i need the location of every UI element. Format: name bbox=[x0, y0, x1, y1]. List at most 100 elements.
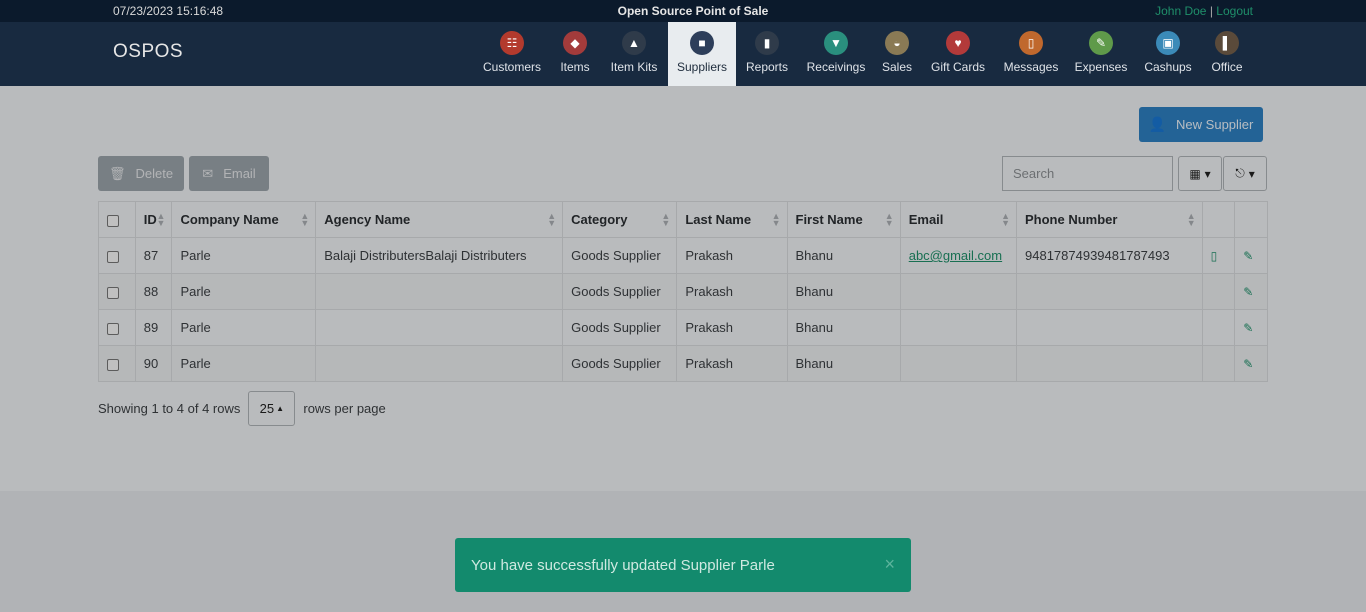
nav-item-gift-cards[interactable]: ♥ Gift Cards bbox=[925, 22, 991, 86]
sort-icon: ▲ ▼ bbox=[547, 211, 557, 228]
main-navbar: OSPOS ☷ Customers ◆ Items ▲ Item Kits ■ Supplie… bbox=[0, 22, 1366, 86]
cell-first: Bhanu bbox=[786, 237, 901, 274]
nav-item-office[interactable]: ▌ Office bbox=[1201, 22, 1253, 86]
nav-label: Cashups bbox=[1144, 60, 1192, 74]
column-header-id[interactable]: ID ▲ ▼ bbox=[134, 201, 173, 238]
cell-text: 87 bbox=[143, 248, 159, 263]
delete-label: Delete bbox=[135, 166, 174, 181]
cell-id: 89 bbox=[134, 309, 173, 346]
row-checkbox[interactable] bbox=[107, 358, 119, 371]
nav-label: Reports bbox=[745, 60, 789, 74]
column-header-category[interactable]: Category ▲ ▼ bbox=[562, 201, 678, 238]
page-size-value: 25 bbox=[259, 401, 275, 416]
cell-id: 87 bbox=[134, 237, 173, 274]
row-checkbox[interactable] bbox=[107, 286, 119, 299]
column-header-label: Phone Number bbox=[1025, 212, 1118, 227]
nav-item-item-kits[interactable]: ▲ Item Kits bbox=[605, 22, 663, 86]
cell-text: Goods Supplier bbox=[571, 248, 661, 263]
nav-item-messages[interactable]: ▯ Messages bbox=[999, 22, 1063, 86]
nav-item-expenses[interactable]: ✎ Expenses bbox=[1070, 22, 1132, 86]
cell-agency: Balaji DistributersBalaji Distributers bbox=[315, 237, 564, 274]
customers-icon: ☷ bbox=[500, 31, 524, 55]
search-input[interactable] bbox=[1002, 156, 1173, 191]
column-header-agency-name[interactable]: Agency Name ▲ ▼ bbox=[315, 201, 564, 238]
cell-phone bbox=[1016, 309, 1203, 346]
column-header-first-name[interactable]: First Name ▲ ▼ bbox=[786, 201, 901, 238]
edit-icon[interactable]: ✎ bbox=[1243, 285, 1253, 299]
nav-item-customers[interactable]: ☷ Customers bbox=[478, 22, 546, 86]
select-all-header[interactable] bbox=[98, 201, 136, 238]
nav-item-receivings[interactable]: ▼ Receivings bbox=[803, 22, 869, 86]
nav-label: Items bbox=[560, 60, 590, 74]
columns-toggle-button[interactable]: ▦ ▾ bbox=[1178, 156, 1222, 191]
delete-button[interactable]: 🗑 Delete bbox=[98, 156, 184, 191]
cell-email: abc@gmail.com bbox=[899, 237, 1018, 274]
column-header-label: Category bbox=[571, 212, 628, 227]
column-header-last-name[interactable]: Last Name ▲ ▼ bbox=[676, 201, 788, 238]
cell-text: Bhanu bbox=[795, 356, 834, 371]
briefcase-icon: ■ bbox=[690, 31, 714, 55]
edit-action-cell: ✎ bbox=[1234, 309, 1268, 346]
user-name-link[interactable]: John Doe bbox=[1155, 4, 1206, 18]
logout-link[interactable]: Logout bbox=[1216, 4, 1253, 18]
select-all-checkbox[interactable] bbox=[107, 214, 119, 227]
table-row[interactable]: 90 Parle Goods Supplier Prakash Bhanu ✎ bbox=[98, 345, 1268, 382]
nav-item-reports[interactable]: ▮ Reports bbox=[740, 22, 794, 86]
cell-text: Goods Supplier bbox=[571, 320, 661, 335]
edit-action-header bbox=[1234, 201, 1268, 238]
table-row[interactable]: 87 Parle Balaji DistributersBalaji Distrib… bbox=[98, 237, 1268, 274]
page-size-select[interactable]: 25 ▲ bbox=[248, 391, 296, 426]
phone-action-cell bbox=[1201, 273, 1236, 310]
user-separator: | bbox=[1209, 4, 1213, 18]
heart-icon: ♥ bbox=[946, 31, 970, 55]
bar-chart-icon: ▮ bbox=[755, 31, 779, 55]
tag-icon: ◆ bbox=[563, 31, 587, 55]
cell-company: Parle bbox=[171, 273, 317, 310]
nav-item-suppliers[interactable]: ■ Suppliers bbox=[668, 22, 736, 86]
column-header-email[interactable]: Email ▲ ▼ bbox=[899, 201, 1018, 238]
nav-label: Gift Cards bbox=[930, 60, 985, 74]
column-header-company-name[interactable]: Company Name ▲ ▼ bbox=[171, 201, 317, 238]
column-header-phone-number[interactable]: Phone Number ▲ ▼ bbox=[1016, 201, 1203, 238]
cell-text: Balaji DistributersBalaji Distributers bbox=[324, 248, 527, 263]
email-button[interactable]: ✉ Email bbox=[189, 156, 269, 191]
cell-text: Parle bbox=[180, 284, 211, 299]
truck-icon: ▼ bbox=[824, 31, 848, 55]
cell-text: 94817874939481787493 bbox=[1025, 248, 1170, 263]
new-supplier-label: New Supplier bbox=[1176, 117, 1254, 132]
row-checkbox[interactable] bbox=[107, 250, 119, 263]
cashups-icon: ▣ bbox=[1156, 31, 1180, 55]
row-checkbox[interactable] bbox=[107, 322, 119, 335]
cell-category: Goods Supplier bbox=[562, 309, 678, 346]
cell-id: 88 bbox=[134, 273, 173, 310]
brand-logo[interactable]: OSPOS bbox=[113, 41, 183, 63]
export-button[interactable]: ⎋ ▾ bbox=[1223, 156, 1267, 191]
sort-icon: ▲ ▼ bbox=[1186, 211, 1196, 228]
cell-text: Goods Supplier bbox=[571, 356, 661, 371]
top-bar: 07/23/2023 15:16:48 Open Source Point of… bbox=[0, 0, 1366, 22]
mobile-phone-icon[interactable]: ▯ bbox=[1211, 249, 1218, 263]
phone-action-cell bbox=[1201, 309, 1236, 346]
pagination-suffix: rows per page bbox=[303, 401, 386, 416]
email-link[interactable]: abc@gmail.com bbox=[909, 248, 1002, 263]
cell-text: Prakash bbox=[685, 320, 734, 335]
table-row[interactable]: 89 Parle Goods Supplier Prakash Bhanu ✎ bbox=[98, 309, 1268, 346]
nav-item-items[interactable]: ◆ Items bbox=[555, 22, 595, 86]
cell-text: 90 bbox=[143, 356, 159, 371]
nav-label: Office bbox=[1211, 60, 1243, 74]
cell-text: Bhanu bbox=[795, 284, 834, 299]
cell-text: Bhanu bbox=[795, 248, 834, 263]
edit-icon[interactable]: ✎ bbox=[1243, 249, 1253, 263]
edit-icon[interactable]: ✎ bbox=[1243, 321, 1253, 335]
edit-icon[interactable]: ✎ bbox=[1243, 357, 1253, 371]
toast-message: You have successfully updated Supplier P… bbox=[471, 556, 775, 574]
success-toast: You have successfully updated Supplier P… bbox=[455, 538, 911, 592]
toast-close-button[interactable]: × bbox=[884, 554, 895, 575]
nav-item-sales[interactable]: ◒ Sales bbox=[877, 22, 917, 86]
nav-item-cashups[interactable]: ▣ Cashups bbox=[1137, 22, 1199, 86]
table-row[interactable]: 88 Parle Goods Supplier Prakash Bhanu ✎ bbox=[98, 273, 1268, 310]
new-supplier-button[interactable]: 👤 New Supplier bbox=[1139, 107, 1263, 142]
phone-action-header bbox=[1201, 201, 1236, 238]
cell-agency bbox=[315, 273, 564, 310]
row-select-cell bbox=[98, 309, 136, 346]
